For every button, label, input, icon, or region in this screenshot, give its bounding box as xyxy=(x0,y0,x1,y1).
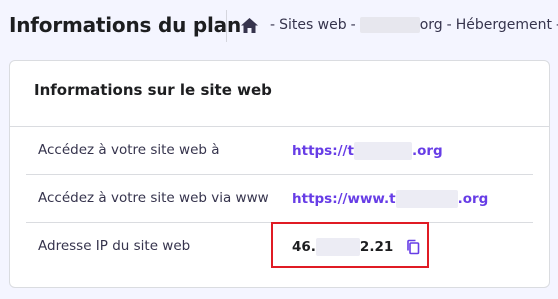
row-label: Accédez à votre site web à xyxy=(38,142,220,158)
row-label: Adresse IP du site web xyxy=(38,238,191,254)
site-url-link[interactable]: https://t .org xyxy=(292,142,443,160)
breadcrumb-item-hebergement[interactable]: Hébergement xyxy=(456,17,552,33)
site-url-prefix: https://t xyxy=(292,143,354,159)
www-url-prefix: https://www.t xyxy=(292,191,396,207)
breadcrumb-item-sites-web[interactable]: Sites web xyxy=(279,17,347,33)
www-url-link[interactable]: https://www.t .org xyxy=(292,190,488,208)
www-url-redacted xyxy=(395,190,458,208)
home-icon[interactable] xyxy=(241,17,258,33)
site-url-redacted xyxy=(353,142,412,160)
info-row-site-url: Accédez à votre site web à https://t .or… xyxy=(26,127,533,175)
row-label: Accédez à votre site web via www xyxy=(38,190,269,206)
breadcrumb-item-domain-tld[interactable]: org xyxy=(420,17,443,33)
breadcrumb-separator: - xyxy=(350,17,356,33)
title-divider xyxy=(226,10,227,42)
breadcrumb-domain-redacted xyxy=(359,17,420,33)
card-title: Informations sur le site web xyxy=(34,81,272,99)
breadcrumb-separator: - xyxy=(446,17,452,33)
page-header: Informations du plan - Sites web - org -… xyxy=(0,0,558,52)
breadcrumb-separator: - xyxy=(270,17,276,33)
breadcrumb: - Sites web - org - Hébergement - xyxy=(241,17,558,33)
page-title: Informations du plan xyxy=(9,13,242,37)
www-url-suffix: .org xyxy=(457,191,489,207)
info-row-www-url: Accédez à votre site web via www https:/… xyxy=(26,175,533,223)
site-url-suffix: .org xyxy=(411,143,443,159)
highlight-annotation-box xyxy=(271,222,429,268)
